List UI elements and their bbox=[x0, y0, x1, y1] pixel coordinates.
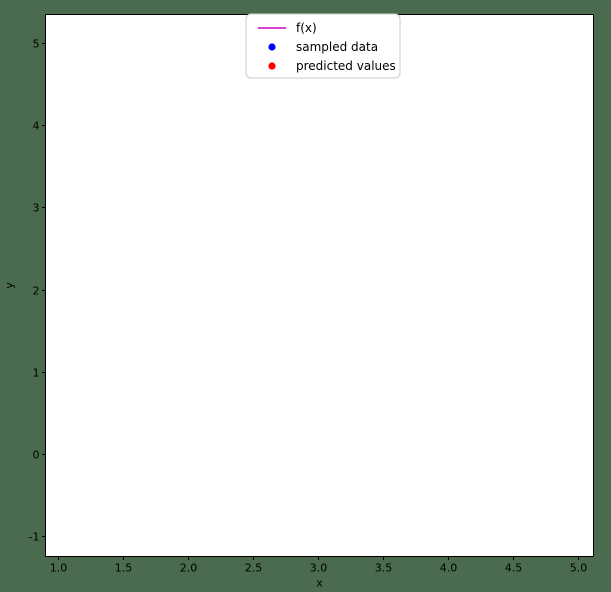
legend-label: predicted values bbox=[296, 59, 396, 73]
x-tick-label: 3.5 bbox=[375, 562, 393, 575]
x-tick-label: 4.0 bbox=[440, 562, 458, 575]
y-tick-label: 5 bbox=[33, 38, 40, 51]
legend-label: sampled data bbox=[296, 40, 378, 54]
figure-canvas: 1.0 1.5 2.0 2.5 3.0 3.5 4.0 4.5 5.0 -1 0 1 2 3 4 5 x y f(x… bbox=[0, 0, 611, 592]
y-axis: -1 0 1 2 3 4 5 bbox=[29, 38, 46, 544]
x-axis: 1.0 1.5 2.0 2.5 3.0 3.5 4.0 4.5 5.0 bbox=[50, 556, 588, 575]
x-tick-label: 1.0 bbox=[50, 562, 68, 575]
x-tick-label: 3.0 bbox=[310, 562, 328, 575]
x-tick-label: 1.5 bbox=[115, 562, 133, 575]
y-tick-label: 0 bbox=[33, 449, 40, 462]
y-tick-label: 4 bbox=[33, 120, 40, 133]
x-tick-label: 2.5 bbox=[245, 562, 263, 575]
y-tick-label: 2 bbox=[33, 285, 40, 298]
legend-label: f(x) bbox=[296, 21, 317, 35]
x-tick-label: 2.0 bbox=[180, 562, 198, 575]
legend-marker-dot bbox=[268, 62, 276, 70]
axes-spines bbox=[44, 13, 595, 558]
y-tick-label: -1 bbox=[29, 531, 40, 544]
y-tick-label: 1 bbox=[33, 367, 40, 380]
y-axis-label: y bbox=[3, 282, 16, 289]
legend-marker-dot bbox=[268, 43, 276, 51]
x-tick-label: 5.0 bbox=[570, 562, 588, 575]
x-tick-label: 4.5 bbox=[505, 562, 523, 575]
x-axis-label: x bbox=[316, 577, 323, 590]
y-tick-label: 3 bbox=[33, 202, 40, 215]
scatter-plot: 1.0 1.5 2.0 2.5 3.0 3.5 4.0 4.5 5.0 -1 0 1 2 3 4 5 x y f(x… bbox=[3, 13, 595, 590]
legend: f(x) sampled data predicted values bbox=[245, 13, 401, 79]
